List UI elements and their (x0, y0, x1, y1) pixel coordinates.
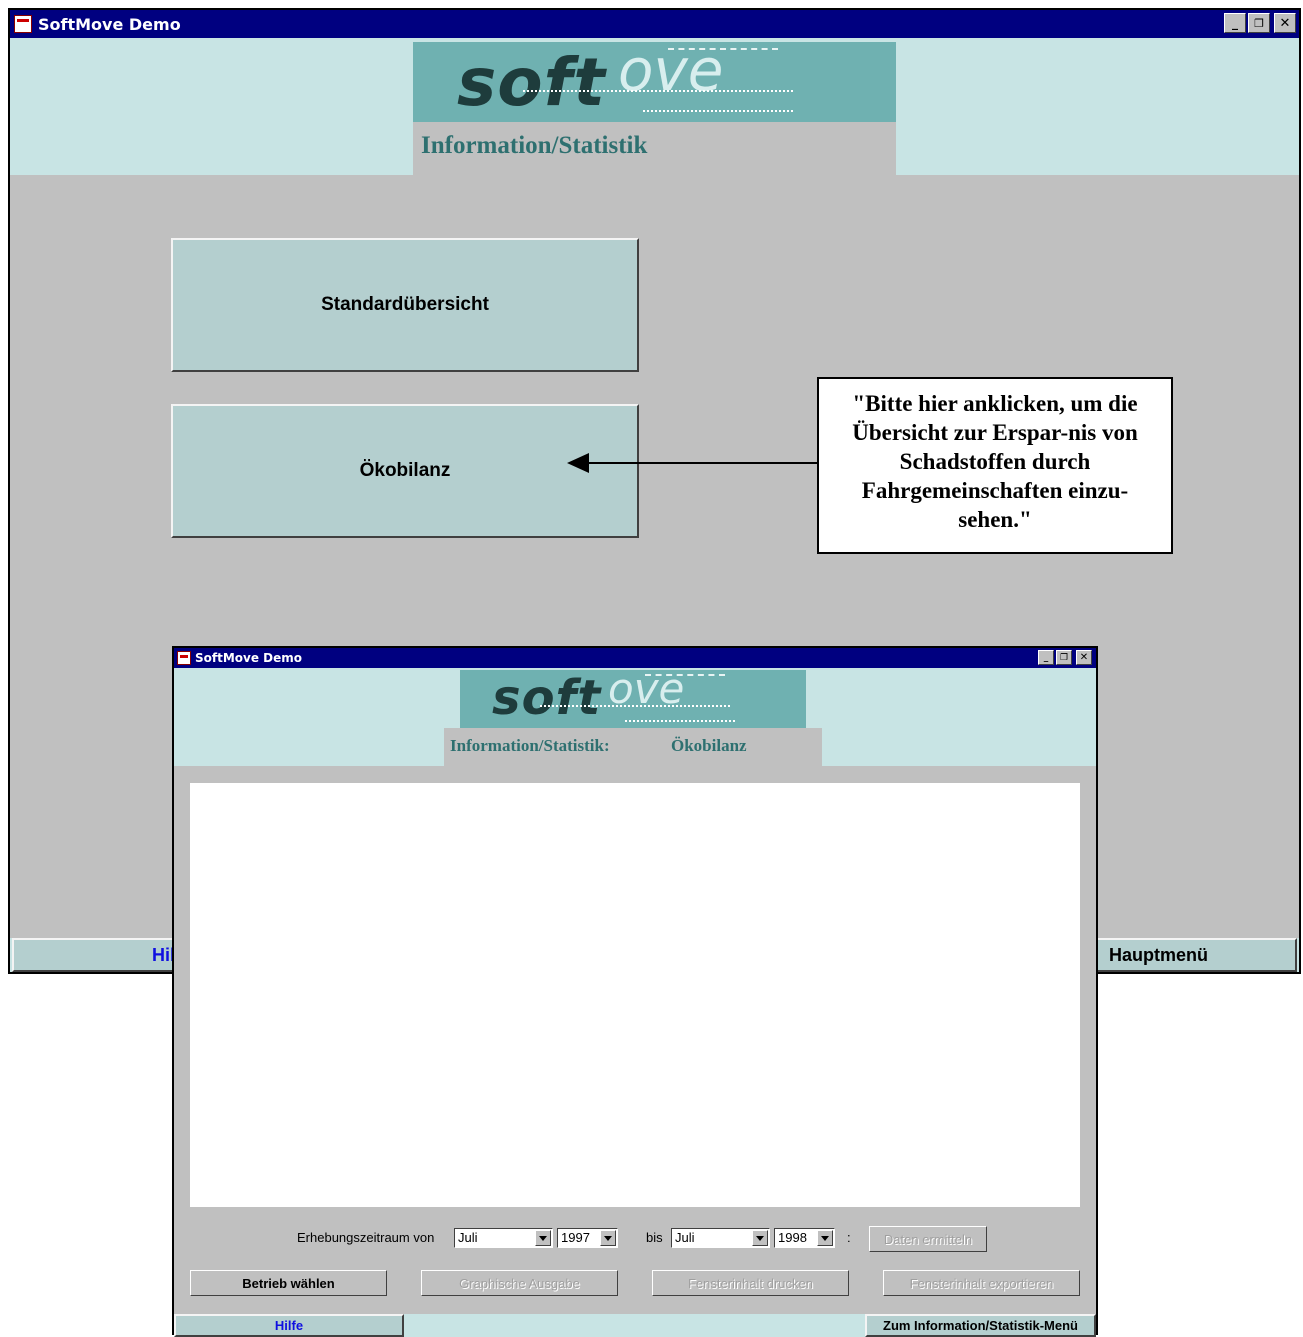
period-from-label: Erhebungszeitraum von (297, 1230, 435, 1245)
sub-help-button[interactable]: Hilfe (174, 1314, 404, 1337)
callout-arrow-line (587, 462, 817, 464)
minimize-icon[interactable]: _ (1224, 13, 1246, 33)
restore-icon[interactable]: ❐ (1248, 13, 1270, 33)
sub-close-icon[interactable]: ✕ (1076, 650, 1092, 665)
main-window-title: SoftMove Demo (38, 14, 181, 34)
main-section-title: Information/Statistik (421, 132, 648, 159)
main-section-tab: Information/Statistik (413, 122, 896, 175)
to-month-select[interactable]: Juli (671, 1228, 770, 1248)
back-to-statistics-menu-button[interactable]: Zum Information/Statistik-Menü (865, 1314, 1096, 1337)
main-title-bar[interactable]: SoftMove Demo _ ❐ ✕ (10, 10, 1299, 38)
sub-section-tab: Information/Statistik: Ökobilanz (444, 728, 822, 766)
sub-logo: soft ove (460, 670, 806, 728)
chevron-down-icon[interactable] (752, 1230, 768, 1246)
chevron-down-icon[interactable] (600, 1230, 616, 1246)
sub-minimize-icon[interactable]: _ (1038, 650, 1054, 665)
result-panel (190, 783, 1080, 1207)
sub-window: SoftMove Demo _ ❐ ✕ soft ove Information… (172, 646, 1098, 1337)
main-logo: soft ove (413, 42, 896, 122)
select-company-button[interactable]: Betrieb wählen (190, 1270, 387, 1296)
from-month-select[interactable]: Juli (454, 1228, 553, 1248)
sub-app-icon (177, 651, 191, 665)
sub-window-title: SoftMove Demo (195, 651, 303, 665)
sub-restore-icon[interactable]: ❐ (1056, 650, 1072, 665)
instruction-callout: "Bitte hier anklicken, um die Übersicht … (817, 377, 1173, 554)
close-icon[interactable]: ✕ (1274, 13, 1296, 33)
sub-title-bar[interactable]: SoftMove Demo _ ❐ ✕ (174, 648, 1096, 668)
sub-section-subtitle: Ökobilanz (671, 736, 747, 755)
standard-overview-button[interactable]: Standardübersicht (171, 238, 639, 372)
period-to-label: bis (646, 1230, 663, 1245)
graphic-output-button[interactable]: Graphische Ausgabe (421, 1270, 618, 1296)
callout-arrow-head (567, 453, 589, 473)
period-colon: : (847, 1230, 851, 1245)
export-window-button[interactable]: Fensterinhalt exportieren (883, 1270, 1080, 1296)
chevron-down-icon[interactable] (817, 1230, 833, 1246)
chevron-down-icon[interactable] (535, 1230, 551, 1246)
from-year-select[interactable]: 1997 (557, 1228, 618, 1248)
fetch-data-button[interactable]: Daten ermitteln (869, 1226, 987, 1252)
app-icon (14, 15, 32, 33)
to-year-select[interactable]: 1998 (774, 1228, 835, 1248)
sub-section-title: Information/Statistik: (450, 736, 610, 755)
print-window-button[interactable]: Fensterinhalt drucken (652, 1270, 849, 1296)
